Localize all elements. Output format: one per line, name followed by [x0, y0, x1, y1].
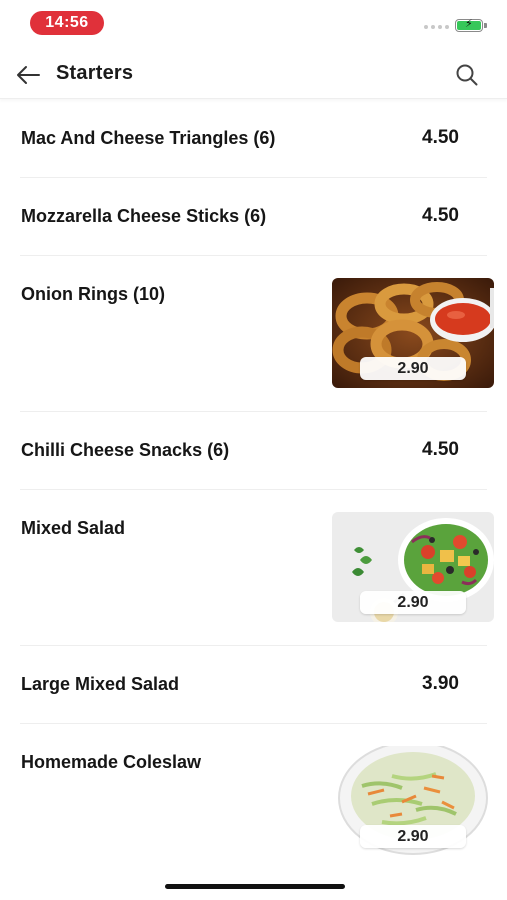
onion-rings-photo: 2.90 — [332, 278, 494, 388]
price-chip: 2.90 — [360, 357, 466, 380]
item-name: Mixed Salad — [21, 518, 126, 538]
battery-tip — [484, 23, 487, 28]
item-name: Mozzarella Cheese Sticks (6) — [21, 206, 267, 226]
item-name: Onion Rings (10) — [21, 284, 165, 304]
item-name: Chilli Cheese Snacks (6) — [21, 440, 230, 460]
home-indicator — [165, 884, 345, 889]
status-time: 14:56 — [30, 11, 104, 35]
item-name: Homemade Coleslaw — [21, 752, 202, 772]
arrow-left-icon — [17, 66, 40, 84]
price-chip: 2.90 — [360, 825, 466, 848]
item-price: 4.50 — [422, 205, 459, 226]
header: Starters — [0, 52, 507, 99]
coleslaw-photo: 2.90 — [332, 746, 494, 856]
mixed-salad-photo: 2.90 — [332, 512, 494, 622]
menu-item[interactable]: Mixed Salad 2.90 — [20, 490, 494, 646]
battery-icon: ⚡ — [455, 19, 483, 32]
item-price: 4.50 — [422, 127, 459, 148]
item-name: Mac And Cheese Triangles (6) — [21, 128, 276, 148]
item-price: 3.90 — [422, 673, 459, 694]
menu-item[interactable]: Large Mixed Salad 3.90 — [20, 646, 487, 724]
item-price: 4.50 — [422, 439, 459, 460]
item-name: Large Mixed Salad — [21, 674, 180, 694]
menu-item[interactable]: Mozzarella Cheese Sticks (6) 4.50 — [20, 178, 487, 256]
status-bar: 14:56 ⚡ — [0, 0, 507, 46]
price-chip: 2.90 — [360, 591, 466, 614]
page-title: Starters — [56, 62, 134, 84]
search-button[interactable] — [451, 60, 483, 90]
back-button[interactable] — [12, 60, 44, 90]
menu-item[interactable]: Homemade Coleslaw 2.90 — [20, 724, 494, 879]
search-icon — [456, 64, 478, 86]
menu-list: Mac And Cheese Triangles (6) 4.50 Mozzar… — [0, 100, 507, 879]
menu-item[interactable]: Onion Rings (10) 2.90 — [20, 256, 494, 412]
signal-icon — [424, 25, 449, 29]
menu-item[interactable]: Chilli Cheese Snacks (6) 4.50 — [20, 412, 487, 490]
menu-item[interactable]: Mac And Cheese Triangles (6) 4.50 — [20, 100, 487, 178]
